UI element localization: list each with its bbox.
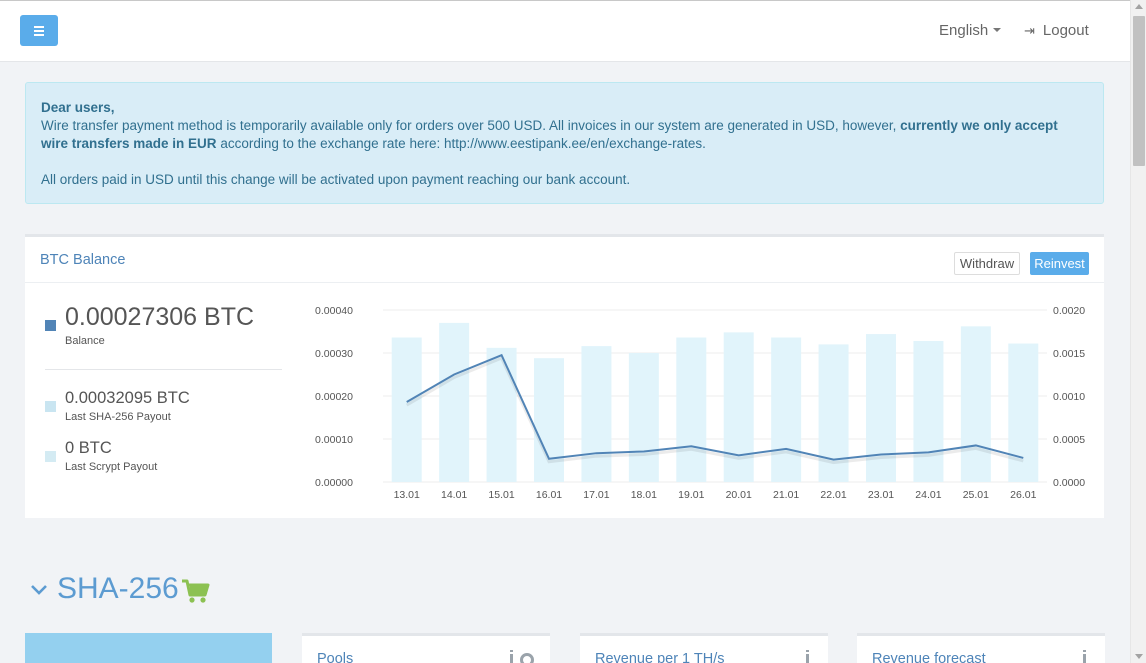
panel-header: BTC Balance Withdraw Reinvest	[25, 237, 1104, 283]
alert-message: Wire transfer payment method is temporar…	[41, 117, 1088, 153]
sha-payout-bar	[439, 322, 470, 482]
x-tick-label: 25.01	[963, 489, 989, 501]
revenue-card-title: Revenue per 1 TH/s	[595, 651, 725, 663]
x-tick-label: 14.01	[441, 489, 467, 501]
reinvest-button[interactable]: Reinvest	[1030, 252, 1089, 275]
alert-heading: Dear users,	[41, 100, 115, 115]
x-tick-label: 13.01	[394, 489, 420, 501]
top-navbar: English ⇥ Logout	[0, 0, 1130, 62]
info-icon[interactable]	[1083, 650, 1086, 663]
x-tick-label: 23.01	[868, 489, 894, 501]
x-tick-label: 15.01	[488, 489, 514, 501]
sha-payout-bar	[1008, 343, 1039, 482]
sha-payout-bar	[534, 358, 564, 482]
sha-payout-bar	[628, 353, 659, 482]
sha-payout-bar	[960, 326, 991, 482]
panel-title: BTC Balance	[40, 252, 126, 268]
hamburger-icon-bar	[34, 30, 44, 32]
pools-card: Pools	[302, 633, 550, 663]
scrypt-payout-value: 0 BTC	[65, 439, 112, 457]
caret-down-icon	[993, 28, 1002, 32]
y-right-tick-label: 0.0015	[1053, 348, 1085, 360]
balance-value: 0.00027306 BTC	[65, 303, 255, 331]
y-left-tick-label: 0.00000	[315, 477, 353, 489]
y-right-tick-label: 0.0005	[1053, 434, 1085, 446]
hashrate-tile	[25, 633, 272, 663]
gear-icon[interactable]	[520, 653, 534, 663]
language-label: English	[939, 22, 989, 39]
balance-label: Balance	[65, 335, 105, 347]
sign-out-icon: ⇥	[1024, 23, 1035, 38]
scroll-thumb[interactable]	[1133, 16, 1145, 166]
exchange-rates-link[interactable]: http://www.eestipank.ee/en/exchange-rate…	[444, 136, 702, 151]
chevron-down-icon[interactable]	[30, 583, 48, 597]
language-dropdown[interactable]: English	[939, 22, 1002, 39]
x-tick-label: 24.01	[915, 489, 941, 501]
y-right-tick-label: 0.0010	[1053, 391, 1085, 403]
scrypt-payout-label: Last Scrypt Payout	[65, 461, 158, 473]
logout-link[interactable]: ⇥ Logout	[1024, 22, 1089, 39]
y-right-tick-label: 0.0020	[1053, 305, 1085, 317]
x-tick-label: 18.01	[631, 489, 657, 501]
sha-payout-bar	[486, 347, 517, 482]
shopping-cart-icon[interactable]	[181, 579, 211, 605]
alert-text: according to the exchange rate here:	[216, 136, 444, 151]
page-scrollbar[interactable]	[1130, 0, 1146, 663]
hamburger-icon-bar	[34, 34, 44, 36]
logout-label: Logout	[1042, 22, 1089, 39]
sha-payout-value: 0.00032095 BTC	[65, 389, 190, 407]
pools-card-title: Pools	[317, 651, 354, 663]
x-tick-label: 26.01	[1010, 489, 1036, 501]
scrypt-legend-square	[45, 451, 56, 462]
x-tick-label: 20.01	[726, 489, 752, 501]
sha-legend-square	[45, 401, 56, 412]
y-left-tick-label: 0.00020	[315, 391, 353, 403]
sha-payout-bar	[913, 340, 944, 482]
divider	[45, 369, 282, 370]
sha-payout-bar	[581, 346, 612, 482]
forecast-card-title: Revenue forecast	[872, 651, 986, 663]
y-left-tick-label: 0.00030	[315, 348, 353, 360]
alert-text: Wire transfer payment method is temporar…	[41, 118, 901, 133]
withdraw-button[interactable]: Withdraw	[954, 252, 1020, 275]
info-icon[interactable]	[510, 650, 513, 663]
x-tick-label: 21.01	[773, 489, 799, 501]
y-left-tick-label: 0.00040	[315, 305, 353, 317]
revenue-card: Revenue per 1 TH/s	[580, 633, 828, 663]
section-title: SHA-256	[57, 572, 179, 605]
x-tick-label: 16.01	[536, 489, 562, 501]
x-tick-label: 17.01	[583, 489, 609, 501]
x-tick-label: 19.01	[678, 489, 704, 501]
sha-payout-bar	[676, 337, 707, 482]
scroll-down-arrow-icon[interactable]	[1135, 654, 1143, 659]
y-right-tick-label: 0.0000	[1053, 477, 1085, 489]
menu-toggle-button[interactable]	[20, 15, 58, 46]
info-icon[interactable]	[806, 650, 809, 663]
alert-note: All orders paid in USD until this change…	[41, 172, 631, 187]
alert-text: .	[702, 136, 706, 151]
y-left-tick-label: 0.00010	[315, 434, 353, 446]
scroll-up-arrow-icon[interactable]	[1135, 4, 1143, 9]
hamburger-icon-bar	[34, 26, 44, 28]
x-tick-label: 22.01	[820, 489, 846, 501]
info-alert: Dear users, Wire transfer payment method…	[25, 82, 1104, 204]
btc-balance-panel: BTC Balance Withdraw Reinvest 0.00027306…	[25, 234, 1104, 518]
forecast-card: Revenue forecast	[857, 633, 1105, 663]
sha-payout-label: Last SHA-256 Payout	[65, 411, 171, 423]
sha-payout-bar	[391, 337, 422, 482]
sha-payout-bar	[771, 337, 802, 482]
balance-legend-square	[45, 320, 56, 331]
balance-chart: 0.00000 0.00010 0.00020 0.00030 0.00040 0.000…	[315, 305, 1085, 501]
